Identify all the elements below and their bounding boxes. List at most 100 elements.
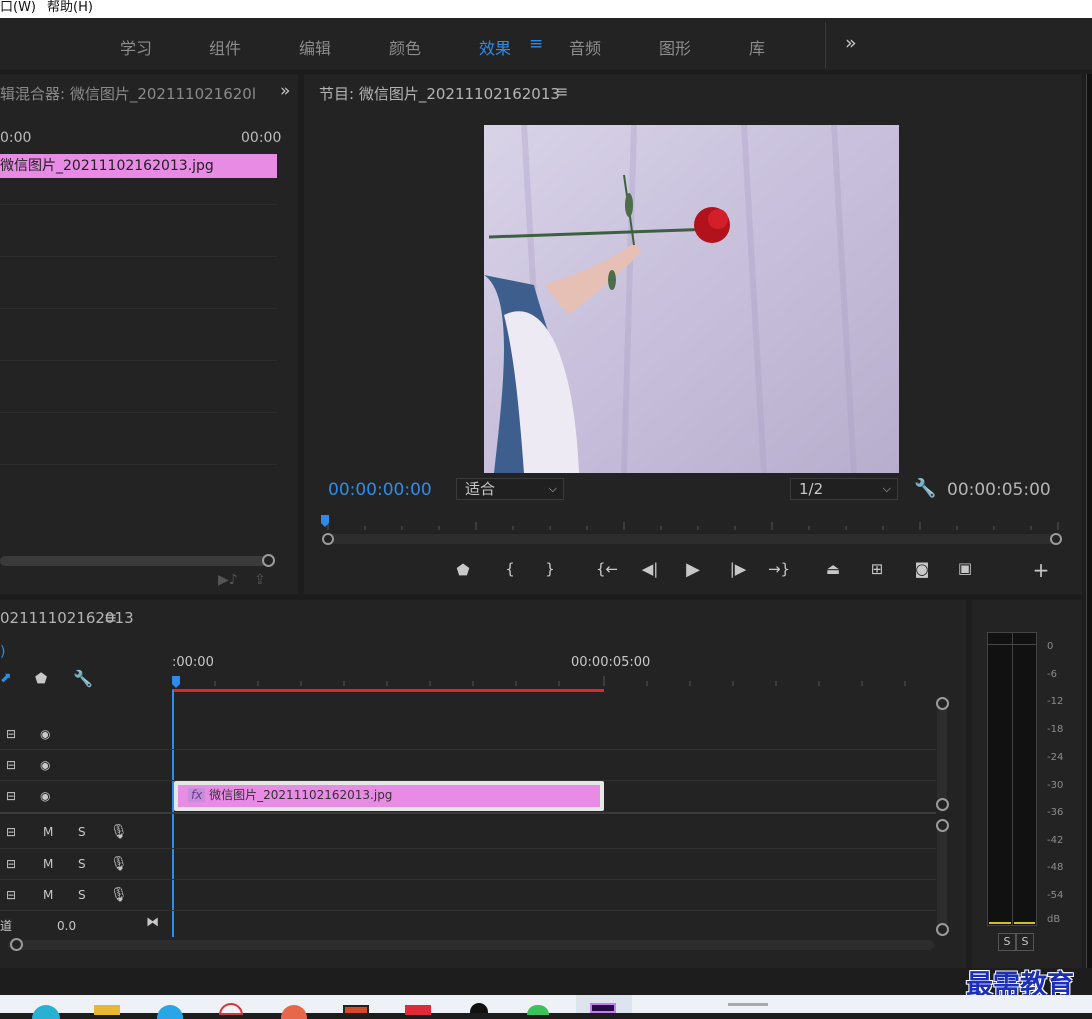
mute-button[interactable]: M: [43, 825, 53, 839]
master-track[interactable]: 道 0.0 ⧓: [0, 911, 936, 937]
program-time-ruler[interactable]: [318, 512, 1062, 548]
eye-icon[interactable]: ◉: [40, 789, 50, 803]
video-track-v3[interactable]: ⊟ ◉: [0, 719, 936, 750]
go-to-out-icon[interactable]: →}: [767, 560, 791, 578]
export-frame-icon[interactable]: ⇪: [254, 572, 266, 588]
workspace-tab-learn[interactable]: 学习: [120, 35, 152, 59]
workspace-tab-libraries[interactable]: 库: [749, 35, 765, 59]
solo-left-button[interactable]: S: [998, 933, 1016, 951]
workspace-tab-audio[interactable]: 音频: [569, 35, 601, 59]
taskbar-app-icon[interactable]: [470, 1003, 488, 1013]
toggle-sync-icon[interactable]: ⊟: [6, 825, 16, 839]
eye-icon[interactable]: ◉: [40, 727, 50, 741]
add-button-icon[interactable]: +: [1029, 558, 1053, 582]
workspace-tab-editing[interactable]: 编辑: [299, 35, 331, 59]
toggle-sync-icon[interactable]: ⊟: [6, 888, 16, 902]
divider: [0, 308, 277, 309]
workspace-tab-graphics[interactable]: 图形: [659, 35, 691, 59]
work-area-bar[interactable]: [172, 689, 604, 692]
taskbar-app-icon[interactable]: [343, 1005, 369, 1015]
video-track-v2[interactable]: ⊟ ◉: [0, 750, 936, 781]
step-forward-icon[interactable]: |▶: [726, 560, 750, 578]
taskbar-premiere-icon[interactable]: [590, 1003, 616, 1013]
workspace-overflow-icon[interactable]: »: [845, 32, 857, 54]
taskbar-app-icon[interactable]: [281, 1005, 307, 1019]
audio-track-a2[interactable]: ⊟ M S 🎙: [0, 849, 936, 880]
master-volume-value[interactable]: 0.0: [57, 919, 76, 933]
taskbar-app-icon[interactable]: [219, 1003, 243, 1015]
compare-icon[interactable]: ▣: [953, 559, 977, 577]
scroll-handle-icon[interactable]: [10, 938, 23, 951]
program-video-frame[interactable]: [484, 125, 899, 473]
go-to-in-icon[interactable]: {←: [595, 560, 619, 578]
step-back-icon[interactable]: ◀|: [638, 560, 662, 578]
lift-icon[interactable]: ⏏: [821, 560, 845, 578]
solo-button[interactable]: S: [78, 888, 86, 902]
timeline-settings-wrench-icon[interactable]: 🔧: [73, 669, 93, 688]
timeline-ruler[interactable]: [172, 676, 936, 692]
scroll-handle-icon[interactable]: [936, 923, 949, 936]
mute-button[interactable]: M: [43, 857, 53, 871]
zoom-select[interactable]: 适合 ⌵: [456, 478, 564, 500]
audio-track-a1[interactable]: ⊟ M S 🎙: [0, 816, 936, 849]
workspace-tab-color[interactable]: 颜色: [389, 35, 421, 59]
timeline-horizontal-scrollbar[interactable]: [8, 940, 934, 950]
meter-label: -18: [1047, 724, 1064, 735]
program-current-time[interactable]: 00:00:00:00: [328, 480, 432, 500]
divider: [0, 256, 277, 257]
menu-window[interactable]: 口(W): [0, 0, 36, 16]
program-menu-icon[interactable]: ≡: [555, 82, 568, 101]
resolution-select[interactable]: 1/2 ⌵: [790, 478, 898, 500]
extract-icon[interactable]: ⊞: [865, 560, 889, 578]
taskbar-app-icon[interactable]: [527, 1005, 549, 1015]
mute-button[interactable]: M: [43, 888, 53, 902]
meter-label: -48: [1047, 862, 1064, 873]
audio-track-a3[interactable]: ⊟ M S 🎙: [0, 880, 936, 911]
microphone-icon[interactable]: 🎙: [110, 856, 128, 872]
microphone-icon[interactable]: 🎙: [110, 887, 128, 903]
timeline-menu-icon[interactable]: ≡: [104, 608, 117, 627]
source-panel-title[interactable]: 辑混合器: 微信图片_202111021620l: [0, 83, 256, 104]
workspace-tab-effects[interactable]: 效果: [479, 35, 511, 59]
solo-button[interactable]: S: [78, 857, 86, 871]
menu-help[interactable]: 帮助(H): [47, 0, 93, 16]
audio-tracks-scrollbar[interactable]: [937, 822, 947, 932]
scroll-handle-icon[interactable]: [936, 819, 949, 832]
insert-audio-icon[interactable]: ▶♪: [218, 572, 238, 588]
add-marker-icon[interactable]: ⬟: [35, 671, 47, 687]
solo-button[interactable]: S: [78, 825, 86, 839]
panel-expand-icon[interactable]: »: [280, 81, 290, 101]
video-tracks-scrollbar[interactable]: [937, 700, 947, 812]
collapse-icon[interactable]: ⧓: [146, 915, 159, 930]
taskbar-app-icon[interactable]: [405, 1005, 431, 1015]
toggle-sync-icon[interactable]: ⊟: [6, 857, 16, 871]
scroll-handle-icon[interactable]: [262, 554, 275, 567]
camera-icon[interactable]: ◙: [910, 560, 934, 578]
linked-selection-icon[interactable]: ⬈: [0, 670, 12, 686]
toggle-sync-icon[interactable]: ⊟: [6, 758, 16, 772]
add-marker-icon[interactable]: ⬟: [451, 561, 475, 579]
source-clip[interactable]: 微信图片_20211102162013.jpg: [0, 154, 277, 178]
toggle-sync-icon[interactable]: ⊟: [6, 727, 16, 741]
settings-wrench-icon[interactable]: 🔧: [914, 478, 936, 499]
taskbar-browser-icon[interactable]: [157, 1005, 183, 1019]
microphone-icon[interactable]: 🎙: [110, 824, 128, 840]
program-title[interactable]: 节目: 微信图片_20211102162013: [319, 83, 560, 104]
scroll-handle-icon[interactable]: [936, 697, 949, 710]
source-panel: 辑混合器: 微信图片_202111021620l » 0:00 00:00 微信…: [0, 74, 298, 594]
play-icon[interactable]: ▶: [681, 559, 705, 580]
workspace-menu-icon[interactable]: ≡: [529, 34, 543, 54]
source-scrollbar[interactable]: [0, 556, 268, 566]
workspace-tab-assembly[interactable]: 组件: [209, 35, 241, 59]
eye-icon[interactable]: ◉: [40, 758, 50, 772]
solo-right-button[interactable]: S: [1016, 933, 1034, 951]
toggle-sync-icon[interactable]: ⊟: [6, 789, 16, 803]
snap-icon[interactable]: ): [0, 644, 5, 660]
mark-out-icon[interactable]: }: [538, 560, 562, 578]
taskbar-folder-icon[interactable]: [94, 1005, 120, 1015]
taskbar-tray-icon[interactable]: [728, 1003, 768, 1006]
timeline-clip[interactable]: fx 微信图片_20211102162013.jpg: [174, 781, 604, 811]
mark-in-icon[interactable]: {: [498, 560, 522, 578]
scroll-handle-icon[interactable]: [936, 798, 949, 811]
taskbar-app-icon[interactable]: [32, 1005, 60, 1019]
